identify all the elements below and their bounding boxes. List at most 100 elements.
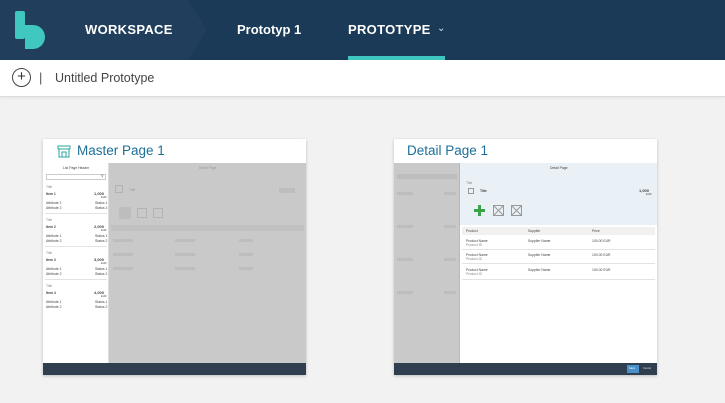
thumb-cell (239, 239, 253, 242)
thumb-column-header: Product (466, 229, 478, 233)
thumbnail-list-pane-dimmed (394, 163, 460, 363)
thumb-item-status: Status 1 (95, 267, 108, 271)
thumb-cell (113, 253, 133, 256)
page-card-title[interactable]: Master Page 1 (77, 143, 165, 158)
thumb-cell (444, 225, 456, 228)
thumb-cell (397, 291, 413, 294)
thumb-value-placeholder (279, 188, 295, 193)
thumb-item-status: Status 1 (95, 234, 108, 238)
page-thumbnail[interactable]: List Page Header ⚲ Title Item 1 1,000 EU… (43, 163, 306, 375)
thumb-item-attr: Attribute 1 (46, 234, 62, 238)
thumb-item-attr: Attribute 1 (46, 201, 62, 205)
thumb-cell (239, 253, 253, 256)
thumb-item-attr: Attribute 2 (46, 239, 62, 243)
thumb-item-unit: EUR (101, 295, 107, 298)
thumb-item-attr: Attribute 1 (46, 267, 62, 271)
thumb-supplier: Supplier Name (528, 253, 551, 257)
page-card-master[interactable]: Master Page 1 List Page Header ⚲ Title I… (43, 139, 306, 375)
prototype-toolbar: + | Untitled Prototype (0, 60, 725, 97)
thumb-detail-title: Title (129, 188, 136, 192)
thumb-item-title: Title (46, 218, 53, 222)
toolbar-separator: | (39, 70, 43, 85)
page-card-title[interactable]: Detail Page 1 (407, 143, 488, 158)
thumb-divider (45, 279, 107, 280)
thumb-image-icon (153, 208, 163, 218)
prototype-name-link[interactable]: Prototyp 1 (237, 22, 301, 37)
thumb-cell (113, 267, 133, 270)
thumb-search-field (397, 174, 457, 179)
thumb-item-status: Status 2 (95, 239, 108, 243)
thumb-section-label: Title (466, 181, 473, 185)
thumb-item-attr: Attribute 2 (46, 206, 62, 210)
thumb-search-icon: ⚲ (101, 174, 104, 178)
thumbnail-footer (43, 363, 306, 375)
thumb-divider (462, 263, 655, 264)
thumb-list-header: List Page Header (63, 166, 90, 170)
thumb-item-status: Status 2 (95, 305, 108, 309)
thumb-item-name: Item 4 (46, 291, 56, 295)
thumb-product-id: Product ID (466, 243, 483, 247)
thumb-image-icon (511, 205, 522, 216)
thumb-price: 100.00 EUR (592, 268, 611, 272)
thumbnail-detail-pane: Detail Page Title Title 1,000 EUR Produc… (460, 163, 657, 363)
thumb-supplier: Supplier Name (528, 268, 551, 272)
thumb-item-name: Item 1 (46, 192, 56, 196)
thumb-checkbox-icon (468, 188, 474, 194)
thumb-divider (45, 246, 107, 247)
thumb-add-icon (474, 205, 485, 216)
store-icon (57, 145, 71, 158)
thumb-search-field (46, 174, 106, 180)
thumb-table-header (111, 225, 304, 231)
page-thumbnail[interactable]: Detail Page Title Title 1,000 EUR Produc… (394, 163, 657, 375)
tab-prototype[interactable]: PROTOTYPE (348, 22, 431, 37)
thumb-item-status: Status 1 (95, 300, 108, 304)
page-card-detail[interactable]: Detail Page 1 Detail Page Title Title 1,… (394, 139, 657, 375)
thumb-price: 100.00 EUR (592, 253, 611, 257)
thumb-item-unit: EUR (101, 262, 107, 265)
plus-icon: + (17, 68, 26, 85)
thumb-cell (239, 267, 253, 270)
thumb-item-status: Status 2 (95, 272, 108, 276)
thumb-item-attr: Attribute 1 (46, 300, 62, 304)
thumb-save-label: Save (629, 367, 635, 370)
app-logo-icon[interactable] (15, 11, 45, 49)
thumb-cell (175, 253, 195, 256)
thumb-detail-header: Detail Page (199, 166, 217, 170)
workspace-link[interactable]: WORKSPACE (85, 22, 173, 37)
add-page-button[interactable]: + (12, 68, 31, 87)
thumb-cell (113, 239, 133, 242)
thumb-column-header: Price (592, 229, 600, 233)
thumb-product-id: Product ID (466, 257, 483, 261)
thumb-add-icon (119, 207, 131, 219)
thumb-object-header: Detail Page Title Title 1,000 EUR (460, 163, 657, 225)
thumb-item-attr: Attribute 2 (46, 272, 62, 276)
thumb-item-attr: Attribute 2 (46, 305, 62, 309)
thumb-cell (444, 291, 456, 294)
thumb-item-name: Item 2 (46, 225, 56, 229)
thumb-image-icon (493, 205, 504, 216)
thumb-cell (397, 258, 413, 261)
thumb-table-header: Product Supplier Price (462, 227, 655, 235)
thumb-item-status: Status 2 (95, 206, 108, 210)
thumb-cancel-label: Cancel (643, 367, 652, 370)
thumb-item-status: Status 1 (95, 201, 108, 205)
thumb-cell (175, 267, 195, 270)
thumb-object-unit: EUR (646, 193, 652, 196)
thumb-item-unit: EUR (101, 229, 107, 232)
prototype-title[interactable]: Untitled Prototype (55, 71, 154, 85)
thumb-cell (444, 192, 456, 195)
chevron-down-icon[interactable]: ⌄ (437, 23, 445, 34)
thumb-divider (462, 249, 655, 250)
thumb-item-title: Title (46, 185, 53, 189)
thumb-cell (444, 258, 456, 261)
thumb-item-name: Item 3 (46, 258, 56, 262)
thumbnail-footer (394, 363, 657, 375)
thumb-item-title: Title (46, 284, 53, 288)
thumb-divider (45, 213, 107, 214)
top-navigation-bar: WORKSPACE Prototyp 1 PROTOTYPE ⌄ (0, 0, 725, 60)
thumb-item-unit: EUR (101, 196, 107, 199)
thumb-divider (462, 279, 655, 280)
thumb-object-title: Title (480, 189, 487, 193)
thumbnail-detail-pane: Detail Page Title (109, 163, 306, 363)
thumb-price: 100.00 EUR (592, 239, 611, 243)
